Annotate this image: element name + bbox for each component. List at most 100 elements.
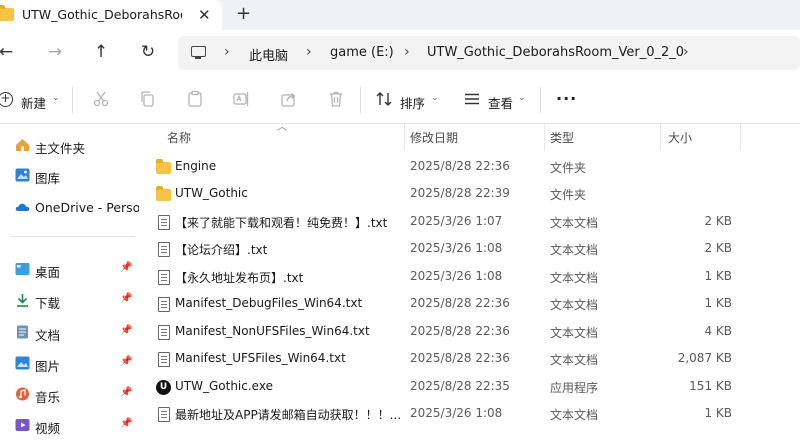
file-row[interactable]: U UTW_Gothic.exe 2025/8/28 22:35 应用程序 15… bbox=[142, 374, 800, 401]
breadcrumb-drive[interactable]: game (E:) bbox=[330, 45, 394, 60]
view-icon[interactable] bbox=[463, 90, 481, 108]
sidebar-item-onedrive[interactable]: OneDrive - Personal bbox=[0, 193, 140, 221]
file-name: Engine bbox=[175, 159, 217, 173]
column-divider[interactable] bbox=[544, 124, 545, 151]
close-tab-icon[interactable]: ✕ bbox=[198, 6, 211, 24]
pin-icon[interactable]: 📌 bbox=[120, 356, 132, 367]
column-divider[interactable] bbox=[404, 124, 405, 151]
toolbar-divider bbox=[72, 87, 73, 113]
new-button[interactable]: 新建 bbox=[21, 93, 46, 112]
file-size: 2 KB bbox=[704, 214, 732, 228]
file-row[interactable]: 【来了就能下载和观看！纯免费！】.txt 2025/3/26 1:07 文本文档… bbox=[142, 209, 800, 236]
chevron-down-icon[interactable]: ⌄ bbox=[52, 93, 60, 103]
file-row[interactable]: Manifest_UFSFiles_Win64.txt 2025/8/28 22… bbox=[142, 346, 800, 373]
refresh-button[interactable]: ↻ bbox=[138, 42, 158, 62]
up-button[interactable]: ↑ bbox=[91, 42, 111, 62]
sidebar-item-desktop[interactable]: 桌面 📌 bbox=[0, 255, 140, 283]
column-divider[interactable] bbox=[660, 124, 661, 151]
text-file-icon bbox=[158, 325, 170, 340]
file-row[interactable]: 最新地址及APP请发邮箱自动获取！！！.... 2025/3/26 1:08 文… bbox=[142, 401, 800, 428]
pin-icon[interactable]: 📌 bbox=[120, 387, 132, 398]
column-header-date[interactable]: 修改日期 bbox=[410, 129, 458, 146]
pin-icon[interactable]: 📌 bbox=[120, 293, 132, 304]
sidebar-item-documents[interactable]: 文档 📌 bbox=[0, 318, 140, 346]
folder-icon bbox=[156, 186, 171, 201]
file-row[interactable]: UTW_Gothic 2025/8/28 22:39 文件夹 bbox=[142, 181, 800, 208]
folder-icon bbox=[0, 5, 14, 21]
forward-button[interactable]: → bbox=[45, 42, 65, 62]
chevron-down-icon[interactable]: ⌄ bbox=[431, 93, 439, 103]
chevron-right-icon[interactable]: › bbox=[306, 44, 312, 60]
breadcrumb-current-folder[interactable]: UTW_Gothic_DeborahsRoom_Ver_0_2_0 bbox=[427, 45, 684, 60]
file-row[interactable]: Manifest_NonUFSFiles_Win64.txt 2025/8/28… bbox=[142, 319, 800, 346]
tab-current-folder[interactable]: UTW_Gothic_DeborahsRoom_Ver_0_2_0 ✕ bbox=[0, 0, 222, 30]
sort-ascending-icon: ︿ bbox=[277, 122, 287, 133]
file-size: 1 KB bbox=[704, 406, 732, 420]
file-type: 文本文档 bbox=[550, 408, 599, 422]
toolbar-divider bbox=[540, 87, 541, 113]
cut-icon[interactable] bbox=[92, 90, 110, 108]
sidebar-item-label: 主文件夹 bbox=[35, 141, 86, 156]
new-tab-button[interactable]: + bbox=[236, 3, 251, 24]
address-bar[interactable]: › 此电脑 › game (E:) › UTW_Gothic_DeborahsR… bbox=[178, 36, 800, 70]
file-row[interactable]: Engine 2025/8/28 22:36 文件夹 bbox=[142, 154, 800, 181]
file-type: 文本文档 bbox=[550, 353, 599, 367]
pin-icon[interactable]: 📌 bbox=[120, 262, 132, 273]
chevron-down-icon[interactable]: ⌄ bbox=[518, 93, 526, 103]
sort-icon[interactable] bbox=[375, 90, 393, 108]
file-date: 2025/8/28 22:36 bbox=[410, 351, 510, 365]
sort-button[interactable]: 排序 bbox=[400, 93, 425, 112]
file-type: 应用程序 bbox=[550, 381, 599, 395]
file-row[interactable]: 【永久地址发布页】.txt 2025/3/26 1:08 文本文档 1 KB bbox=[142, 264, 800, 291]
folder-icon bbox=[156, 159, 171, 174]
more-options-button[interactable]: ··· bbox=[556, 89, 577, 108]
column-header-name[interactable]: 名称 bbox=[167, 129, 191, 146]
chevron-right-icon[interactable]: › bbox=[683, 44, 689, 60]
gallery-icon bbox=[15, 168, 30, 182]
delete-icon[interactable] bbox=[327, 90, 345, 108]
sidebar-divider bbox=[10, 236, 135, 237]
file-row[interactable]: Manifest_DebugFiles_Win64.txt 2025/8/28 … bbox=[142, 291, 800, 318]
copy-icon[interactable] bbox=[139, 90, 157, 108]
pin-icon[interactable]: 📌 bbox=[120, 325, 132, 336]
file-name: Manifest_UFSFiles_Win64.txt bbox=[175, 351, 346, 365]
back-button[interactable]: ← bbox=[0, 42, 16, 62]
share-icon[interactable] bbox=[280, 90, 298, 108]
chevron-right-icon[interactable]: › bbox=[404, 44, 410, 60]
file-type: 文本文档 bbox=[550, 216, 599, 230]
file-name: Manifest_NonUFSFiles_Win64.txt bbox=[175, 324, 370, 338]
rename-icon[interactable] bbox=[232, 90, 250, 108]
file-size: 2,087 KB bbox=[677, 351, 732, 365]
file-date: 2025/3/26 1:08 bbox=[410, 241, 503, 255]
file-name: 【来了就能下载和观看！纯免费！】.txt bbox=[175, 216, 388, 230]
sidebar-item-music[interactable]: 音乐 📌 bbox=[0, 380, 140, 408]
tab-bar: UTW_Gothic_DeborahsRoom_Ver_0_2_0 ✕ + bbox=[0, 0, 800, 30]
column-header-type[interactable]: 类型 bbox=[550, 129, 574, 146]
breadcrumb-this-pc[interactable]: 此电脑 bbox=[249, 45, 288, 64]
videos-icon bbox=[15, 419, 30, 431]
text-file-icon bbox=[158, 407, 170, 422]
home-icon bbox=[16, 139, 29, 151]
sidebar-item-videos[interactable]: 视频 📌 bbox=[0, 411, 140, 439]
file-name: UTW_Gothic.exe bbox=[175, 379, 273, 393]
onedrive-icon bbox=[15, 203, 30, 211]
file-date: 2025/8/28 22:36 bbox=[410, 324, 510, 338]
sidebar-item-home[interactable]: 主文件夹 bbox=[0, 131, 140, 159]
sidebar-item-downloads[interactable]: 下载 📌 bbox=[0, 286, 140, 314]
file-row[interactable]: 【论坛介绍】.txt 2025/3/26 1:08 文本文档 2 KB bbox=[142, 236, 800, 263]
sidebar-item-gallery[interactable]: 图库 bbox=[0, 161, 140, 189]
file-type: 文本文档 bbox=[550, 243, 599, 257]
file-type: 文件夹 bbox=[550, 161, 587, 175]
plus-circle-icon[interactable]: + bbox=[0, 92, 13, 107]
column-divider[interactable] bbox=[740, 124, 741, 151]
pin-icon[interactable]: 📌 bbox=[120, 418, 132, 429]
sidebar-item-pictures[interactable]: 图片 📌 bbox=[0, 349, 140, 377]
column-header-size[interactable]: 大小 bbox=[668, 129, 692, 146]
file-name: 【永久地址发布页】.txt bbox=[175, 271, 304, 285]
view-button[interactable]: 查看 bbox=[488, 93, 513, 112]
paste-icon[interactable] bbox=[186, 90, 204, 108]
tab-title: UTW_Gothic_DeborahsRoom_Ver_0_2_0 bbox=[22, 7, 182, 22]
file-name: 最新地址及APP请发邮箱自动获取！！！.... bbox=[175, 408, 401, 422]
chevron-right-icon[interactable]: › bbox=[224, 44, 230, 60]
text-file-icon bbox=[158, 270, 170, 285]
